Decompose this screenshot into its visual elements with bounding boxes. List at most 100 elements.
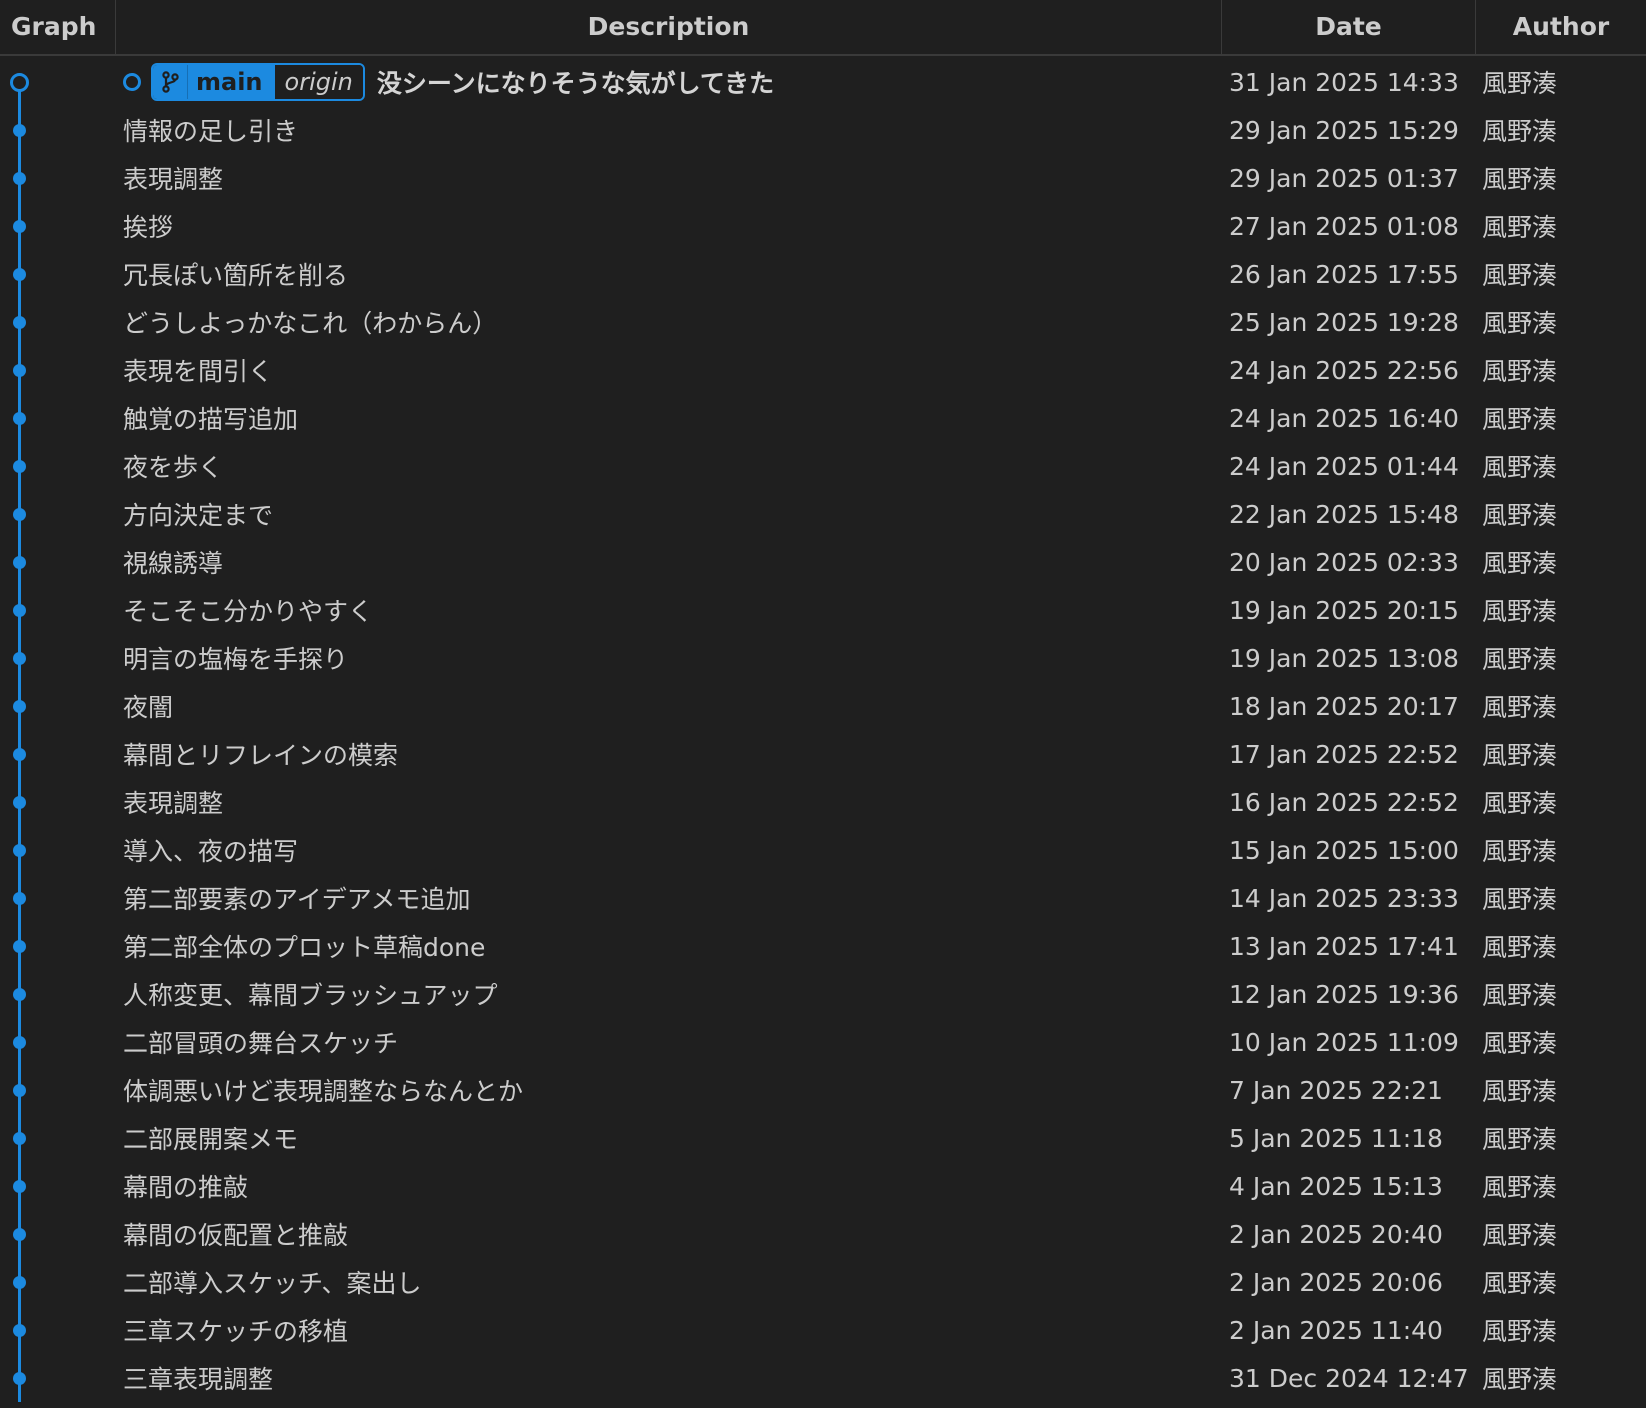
commit-message: どうしよっかなこれ（わからん） — [123, 309, 498, 338]
commit-row[interactable]: 夜闇 18 Jan 2025 20:17 風野湊 — [0, 682, 1646, 730]
commit-description: 第二部要素のアイデアメモ追加 — [116, 880, 1222, 916]
commit-author: 風野湊 — [1482, 1365, 1558, 1394]
commit-row[interactable]: 挨拶 27 Jan 2025 01:08 風野湊 — [0, 202, 1646, 250]
commit-row[interactable]: 人称変更、幕間ブラッシュアップ 12 Jan 2025 19:36 風野湊 — [0, 970, 1646, 1018]
graph-commit-node — [13, 1084, 26, 1097]
commit-description: 体調悪いけど表現調整ならなんとか — [116, 1072, 1222, 1108]
commit-author: 風野湊 — [1482, 933, 1558, 962]
commit-row[interactable]: 幕間の仮配置と推敲 2 Jan 2025 20:40 風野湊 — [0, 1210, 1646, 1258]
commit-description: どうしよっかなこれ（わからん） — [116, 304, 1222, 340]
commit-date: 24 Jan 2025 01:44 — [1229, 451, 1459, 481]
graph-commit-node — [13, 364, 26, 377]
graph-cell — [0, 250, 116, 298]
commit-message: 幕間の仮配置と推敲 — [123, 1221, 349, 1250]
commit-description: 方向決定まで — [116, 496, 1222, 532]
column-header-author[interactable]: Author — [1476, 0, 1646, 54]
commit-description: 表現調整 — [116, 160, 1222, 196]
graph-cell — [0, 586, 116, 634]
commit-row[interactable]: 表現調整 29 Jan 2025 01:37 風野湊 — [0, 154, 1646, 202]
commit-row[interactable]: 明言の塩梅を手探り 19 Jan 2025 13:08 風野湊 — [0, 634, 1646, 682]
commit-row[interactable]: 表現調整 16 Jan 2025 22:52 風野湊 — [0, 778, 1646, 826]
commit-description: 幕間の推敲 — [116, 1168, 1222, 1204]
commit-description: 触覚の描写追加 — [116, 400, 1222, 436]
commit-date: 13 Jan 2025 17:41 — [1229, 931, 1459, 961]
commit-row[interactable]: どうしよっかなこれ（わからん） 25 Jan 2025 19:28 風野湊 — [0, 298, 1646, 346]
commit-date: 25 Jan 2025 19:28 — [1229, 307, 1459, 337]
graph-cell — [0, 1114, 116, 1162]
commit-row[interactable]: 幕間とリフレインの模索 17 Jan 2025 22:52 風野湊 — [0, 730, 1646, 778]
commit-date: 26 Jan 2025 17:55 — [1229, 259, 1459, 289]
column-header-graph[interactable]: Graph — [0, 0, 116, 54]
commit-author: 風野湊 — [1482, 165, 1558, 194]
commit-author: 風野湊 — [1482, 789, 1558, 818]
commit-row[interactable]: 幕間の推敲 4 Jan 2025 15:13 風野湊 — [0, 1162, 1646, 1210]
commit-row[interactable]: 冗長ぽい箇所を削る 26 Jan 2025 17:55 風野湊 — [0, 250, 1646, 298]
commit-row[interactable]: 表現を間引く 24 Jan 2025 22:56 風野湊 — [0, 346, 1646, 394]
commit-author: 風野湊 — [1482, 693, 1558, 722]
commit-row[interactable]: 方向決定まで 22 Jan 2025 15:48 風野湊 — [0, 490, 1646, 538]
commit-author: 風野湊 — [1482, 549, 1558, 578]
commit-date: 29 Jan 2025 01:37 — [1229, 163, 1459, 193]
commit-author: 風野湊 — [1482, 1029, 1558, 1058]
commit-date: 22 Jan 2025 15:48 — [1229, 499, 1459, 529]
commit-row[interactable]: 視線誘導 20 Jan 2025 02:33 風野湊 — [0, 538, 1646, 586]
commit-message: 三章表現調整 — [123, 1365, 274, 1394]
graph-commit-node — [13, 124, 26, 137]
commit-row[interactable]: 三章表現調整 31 Dec 2024 12:47 風野湊 — [0, 1354, 1646, 1402]
commit-description: 二部展開案メモ — [116, 1120, 1222, 1156]
commit-row[interactable]: 三章スケッチの移植 2 Jan 2025 11:40 風野湊 — [0, 1306, 1646, 1354]
commit-date: 2 Jan 2025 11:40 — [1229, 1315, 1443, 1345]
commit-author: 風野湊 — [1482, 645, 1558, 674]
commit-message: 夜を歩く — [123, 453, 224, 482]
commit-date: 31 Jan 2025 14:33 — [1229, 67, 1459, 97]
commit-row[interactable]: main origin 没シーンになりそうな気がしてきた 31 Jan 2025 14… — [0, 58, 1646, 106]
commit-row[interactable]: 触覚の描写追加 24 Jan 2025 16:40 風野湊 — [0, 394, 1646, 442]
commit-message: 二部導入スケッチ、案出し — [123, 1269, 422, 1298]
commit-row[interactable]: 二部展開案メモ 5 Jan 2025 11:18 風野湊 — [0, 1114, 1646, 1162]
commit-row[interactable]: 導入、夜の描写 15 Jan 2025 15:00 風野湊 — [0, 826, 1646, 874]
graph-cell — [0, 442, 116, 490]
graph-cell — [0, 1066, 116, 1114]
commit-description: 三章スケッチの移植 — [116, 1312, 1222, 1348]
commit-description: 明言の塩梅を手探り — [116, 640, 1222, 676]
graph-cell — [0, 1210, 116, 1258]
commit-message: 幕間とリフレインの模索 — [123, 741, 399, 770]
commit-date: 29 Jan 2025 15:29 — [1229, 115, 1459, 145]
commit-description: 第二部全体のプロット草稿done — [116, 928, 1222, 964]
column-header-date[interactable]: Date — [1222, 0, 1476, 54]
graph-cell — [0, 778, 116, 826]
head-indicator-icon — [123, 73, 141, 91]
commit-author: 風野湊 — [1482, 837, 1558, 866]
commit-date: 5 Jan 2025 11:18 — [1229, 1123, 1443, 1153]
branch-ref-badge[interactable]: main origin — [151, 63, 365, 101]
commit-author: 風野湊 — [1482, 357, 1558, 386]
graph-head-node — [10, 73, 29, 92]
commit-message: 情報の足し引き — [123, 117, 299, 146]
graph-cell — [0, 1162, 116, 1210]
graph-cell — [0, 1018, 116, 1066]
commit-message: 人称変更、幕間ブラッシュアップ — [123, 981, 498, 1010]
commit-row[interactable]: 二部冒頭の舞台スケッチ 10 Jan 2025 11:09 風野湊 — [0, 1018, 1646, 1066]
commit-row[interactable]: 夜を歩く 24 Jan 2025 01:44 風野湊 — [0, 442, 1646, 490]
commit-date: 19 Jan 2025 13:08 — [1229, 643, 1459, 673]
commit-row[interactable]: 二部導入スケッチ、案出し 2 Jan 2025 20:06 風野湊 — [0, 1258, 1646, 1306]
commit-message: 視線誘導 — [123, 549, 224, 578]
commit-date: 18 Jan 2025 20:17 — [1229, 691, 1459, 721]
commit-description: 二部冒頭の舞台スケッチ — [116, 1024, 1222, 1060]
commit-description: 二部導入スケッチ、案出し — [116, 1264, 1222, 1300]
commit-description: 表現を間引く — [116, 352, 1222, 388]
column-header-description[interactable]: Description — [116, 0, 1222, 54]
commit-row[interactable]: そこそこ分かりやすく 19 Jan 2025 20:15 風野湊 — [0, 586, 1646, 634]
commit-date: 12 Jan 2025 19:36 — [1229, 979, 1459, 1009]
commit-description: 夜闇 — [116, 688, 1222, 724]
commit-message: 触覚の描写追加 — [123, 405, 299, 434]
graph-cell — [0, 826, 116, 874]
commit-row[interactable]: 体調悪いけど表現調整ならなんとか 7 Jan 2025 22:21 風野湊 — [0, 1066, 1646, 1114]
commit-author: 風野湊 — [1482, 117, 1558, 146]
commit-message: 没シーンになりそうな気がしてきた — [376, 69, 775, 98]
commit-row[interactable]: 第二部要素のアイデアメモ追加 14 Jan 2025 23:33 風野湊 — [0, 874, 1646, 922]
graph-cell — [0, 202, 116, 250]
commit-row[interactable]: 第二部全体のプロット草稿done 13 Jan 2025 17:41 風野湊 — [0, 922, 1646, 970]
commit-message: 三章スケッチの移植 — [123, 1317, 349, 1346]
commit-row[interactable]: 情報の足し引き 29 Jan 2025 15:29 風野湊 — [0, 106, 1646, 154]
